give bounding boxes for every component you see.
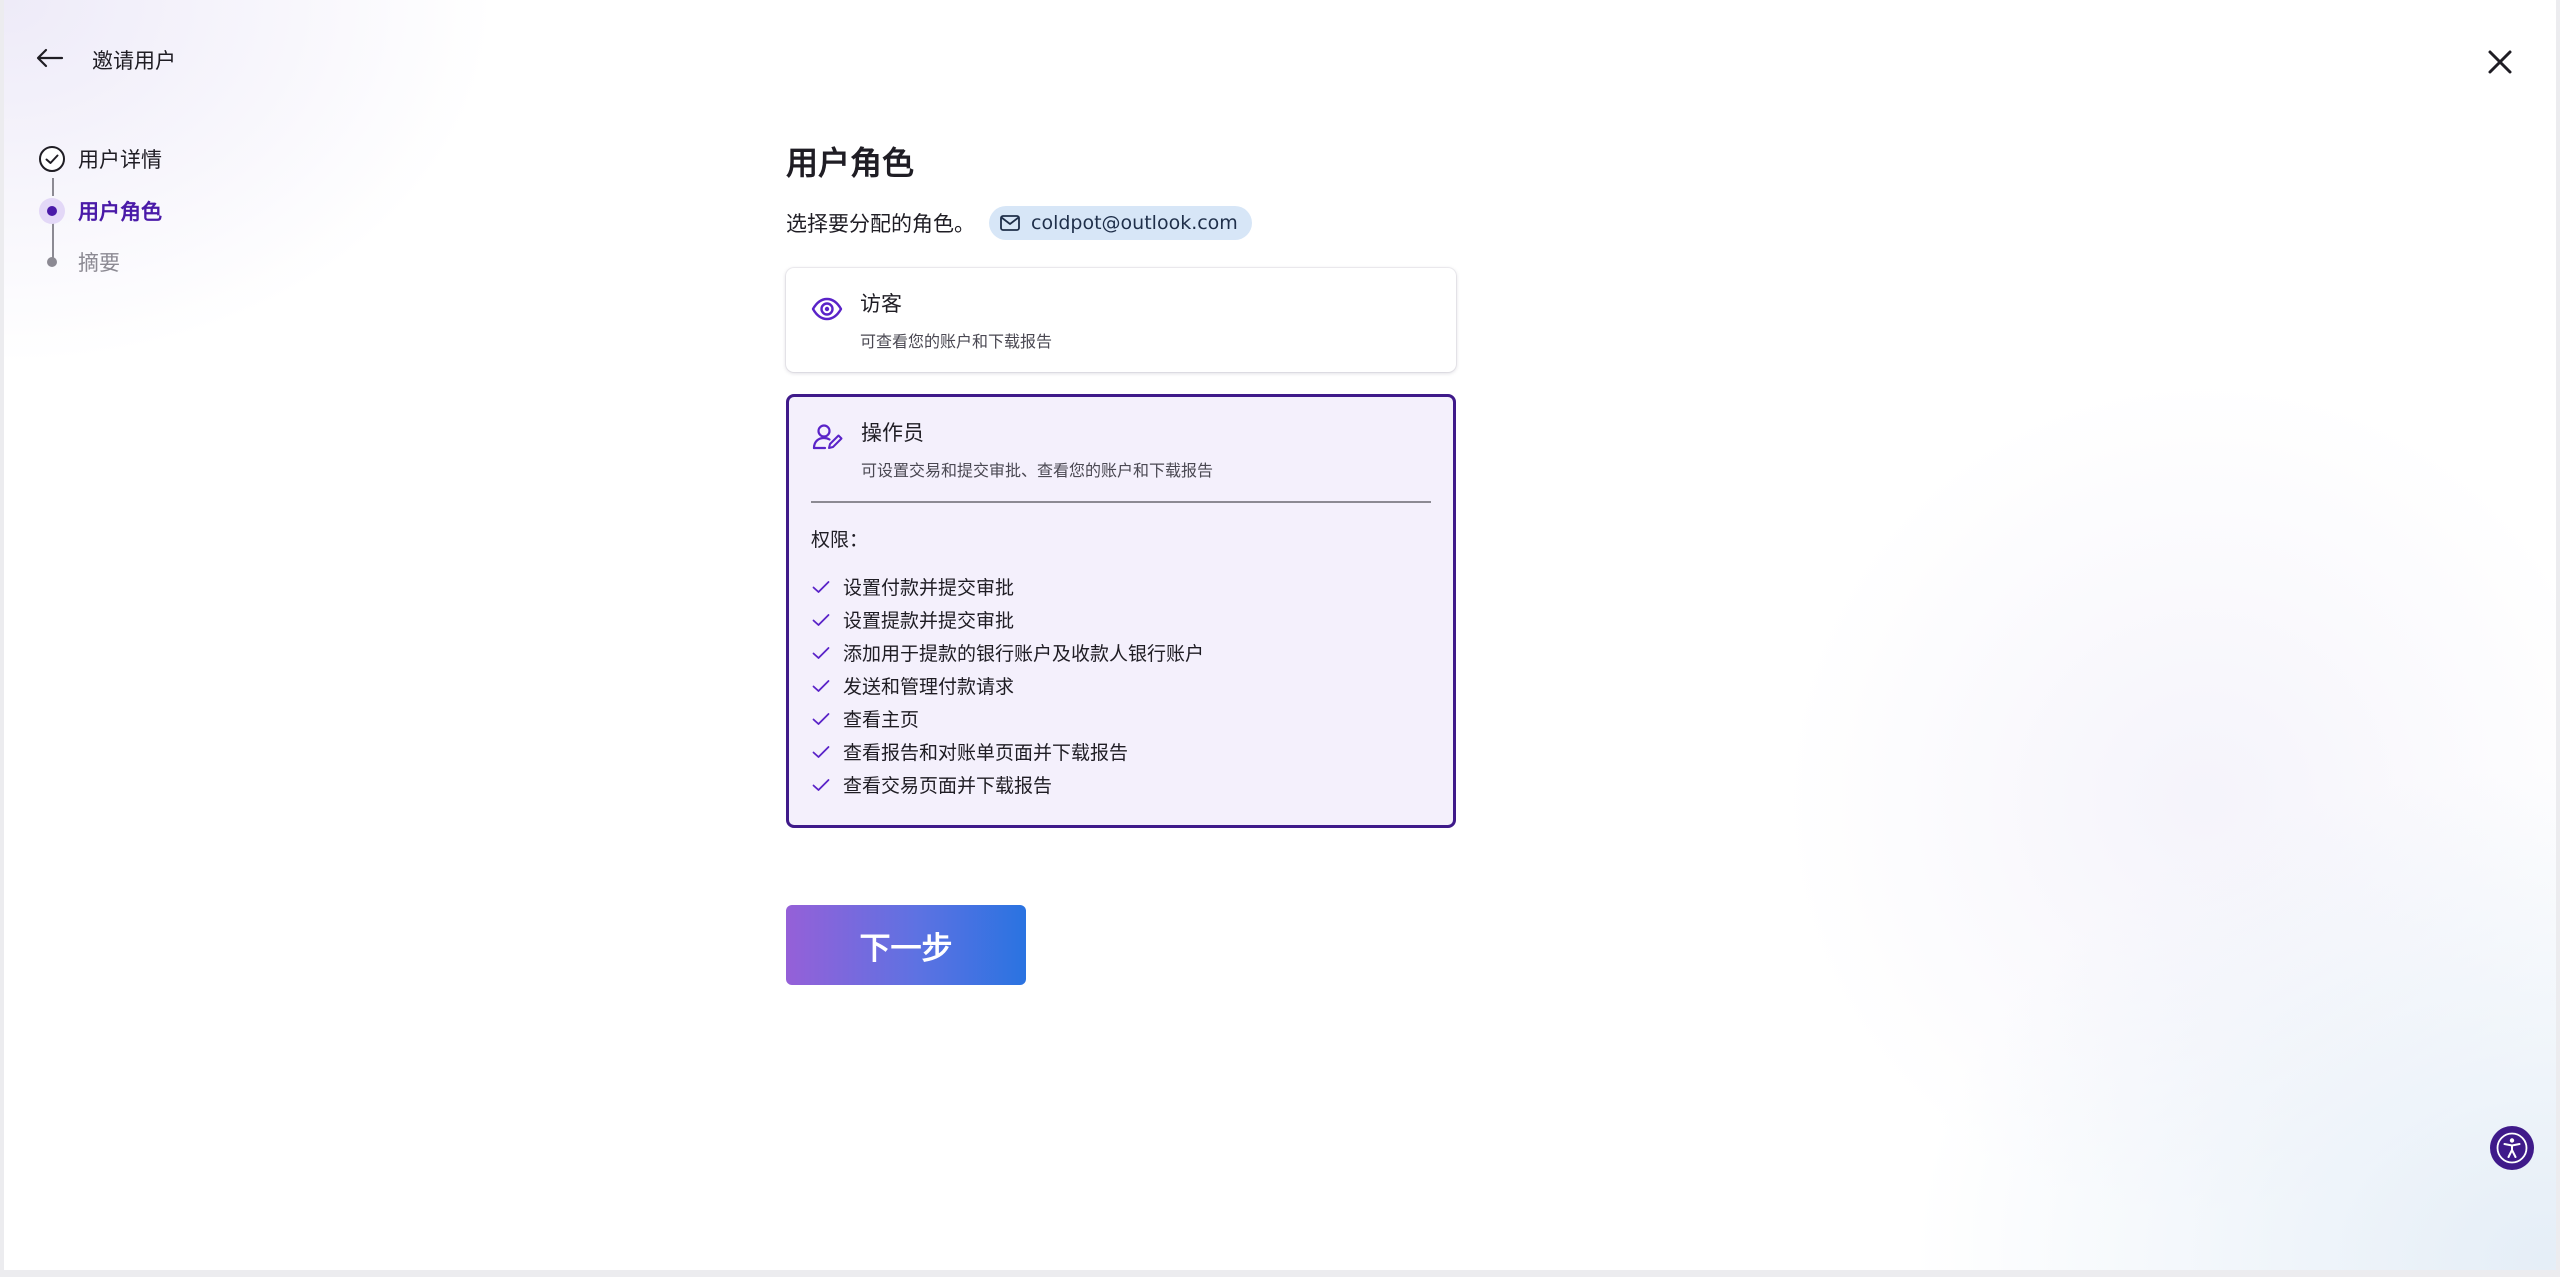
step-label: 用户详情: [78, 148, 162, 172]
permission-text: 查看交易页面并下载报告: [843, 775, 1053, 797]
invite-user-page: 邀请用户 用户详情 用户角色 摘要 用户角色 选择要分配的角色。 coldpot…: [4, 0, 2556, 1270]
header-title: 邀请用户: [92, 49, 176, 73]
current-step-icon: [38, 197, 66, 225]
check-icon: [812, 580, 830, 593]
step-user-role[interactable]: 用户角色: [38, 196, 162, 226]
role-selection-panel: 用户角色 选择要分配的角色。 coldpot@outlook.com 访客 可查…: [786, 138, 1456, 828]
user-edit-icon: [812, 424, 843, 450]
pending-step-icon: [38, 248, 66, 276]
step-summary: 摘要: [38, 247, 120, 277]
role-text: 访客 可查看您的账户和下载报告: [860, 288, 1052, 352]
close-button[interactable]: [2482, 44, 2518, 80]
check-icon: [812, 712, 830, 725]
step-user-details[interactable]: 用户详情: [38, 144, 162, 174]
stepper-connector: [52, 178, 54, 196]
role-header: 操作员 可设置交易和提交审批、查看您的账户和下载报告: [811, 417, 1431, 481]
accessibility-button[interactable]: [2490, 1126, 2534, 1170]
subtitle: 选择要分配的角色。: [786, 212, 975, 236]
step-label: 摘要: [78, 251, 120, 275]
role-text: 操作员 可设置交易和提交审批、查看您的账户和下载报告: [861, 417, 1213, 481]
role-option-guest[interactable]: 访客 可查看您的账户和下载报告: [786, 268, 1456, 372]
permission-item: 查看交易页面并下载报告: [811, 768, 1431, 801]
role-name: 操作员: [861, 421, 924, 445]
accessibility-icon: [2496, 1132, 2528, 1164]
permission-item: 设置提款并提交审批: [811, 603, 1431, 636]
step-label: 用户角色: [78, 200, 162, 224]
permission-text: 设置提款并提交审批: [843, 610, 1015, 632]
back-button[interactable]: [32, 44, 68, 72]
close-icon: [2488, 50, 2512, 74]
check-icon: [812, 745, 830, 758]
role-name: 访客: [860, 292, 902, 316]
permission-text: 查看报告和对账单页面并下载报告: [843, 742, 1129, 764]
permission-item: 添加用于提款的银行账户及收款人银行账户: [811, 636, 1431, 669]
permissions-list: 设置付款并提交审批 设置提款并提交审批 添加用于提款的银行账户及收款人银行账户 …: [811, 570, 1431, 801]
email-chip: coldpot@outlook.com: [989, 206, 1252, 240]
permission-text: 添加用于提款的银行账户及收款人银行账户: [843, 643, 1205, 665]
permission-text: 发送和管理付款请求: [843, 676, 1015, 698]
permissions-title: 权限：: [811, 529, 869, 551]
permission-item: 发送和管理付款请求: [811, 669, 1431, 702]
role-description: 可查看您的账户和下载报告: [860, 332, 1053, 351]
permission-item: 设置付款并提交审批: [811, 570, 1431, 603]
check-icon: [812, 679, 830, 692]
role-option-operator[interactable]: 操作员 可设置交易和提交审批、查看您的账户和下载报告 权限： 设置付款并提交审批…: [786, 394, 1456, 828]
next-button[interactable]: 下一步: [786, 905, 1026, 985]
page-title: 用户角色: [786, 144, 915, 182]
divider: [811, 501, 1431, 503]
eye-icon: [811, 297, 843, 321]
email-text: coldpot@outlook.com: [1031, 212, 1238, 234]
check-icon: [812, 646, 830, 659]
permission-item: 查看报告和对账单页面并下载报告: [811, 735, 1431, 768]
role-description: 可设置交易和提交审批、查看您的账户和下载报告: [861, 461, 1214, 480]
mail-icon: [1000, 215, 1020, 231]
check-icon: [812, 613, 830, 626]
arrow-left-icon: [36, 48, 64, 68]
permission-text: 查看主页: [843, 709, 920, 731]
check-icon: [812, 778, 830, 791]
subtitle-row: 选择要分配的角色。 coldpot@outlook.com: [786, 206, 1456, 240]
permission-text: 设置付款并提交审批: [843, 577, 1015, 599]
permission-item: 查看主页: [811, 702, 1431, 735]
check-circle-icon: [38, 145, 66, 173]
